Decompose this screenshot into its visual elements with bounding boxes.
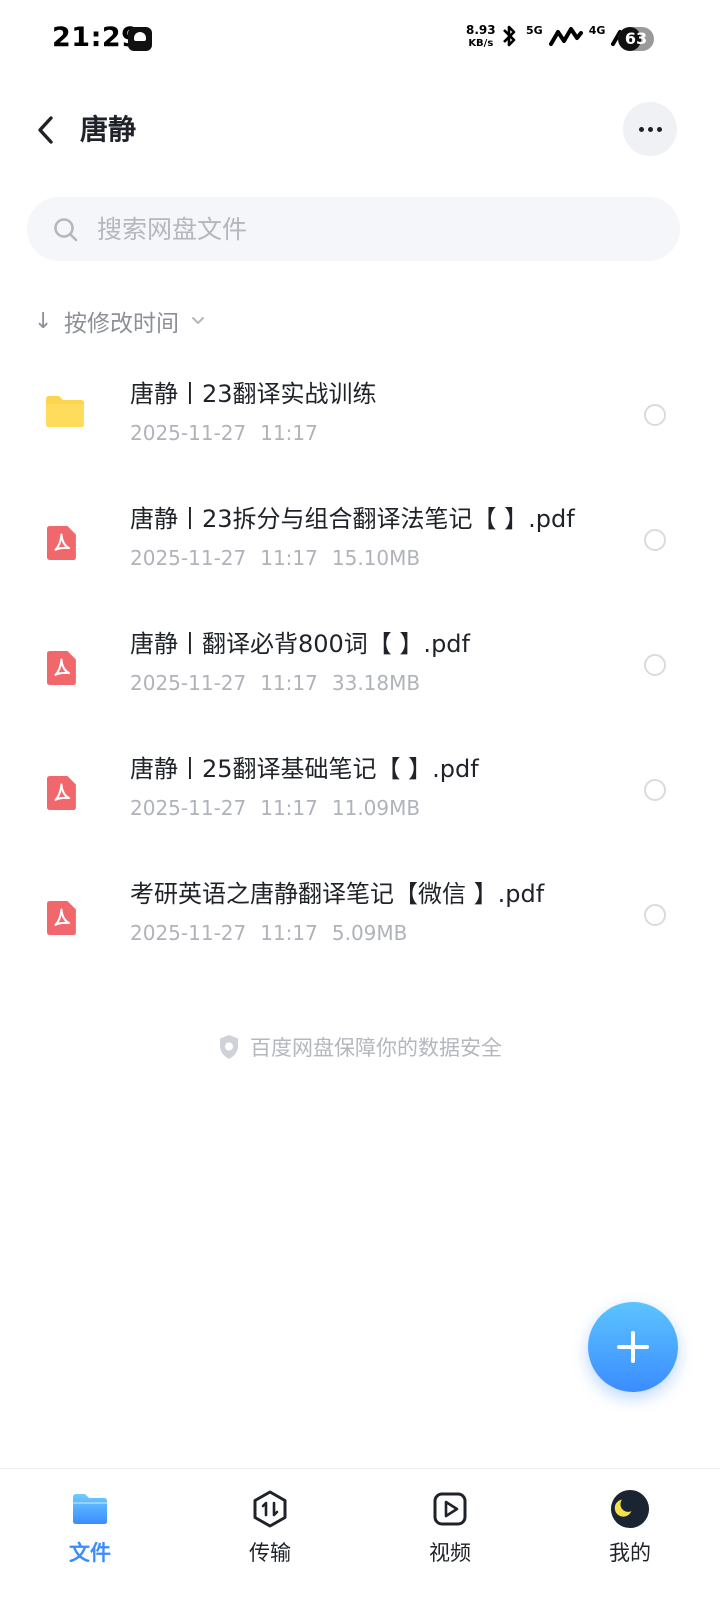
file-name: 唐静丨25翻译基础笔记【 】.pdf [130,755,479,783]
add-button[interactable] [588,1302,678,1392]
nav-label-me: 我的 [609,1541,651,1565]
back-button[interactable] [28,110,64,150]
file-name: 唐静丨23翻译实战训练 [130,380,377,408]
file-date: 2025-11-27 [130,546,247,570]
file-size: 33.18MB [331,671,421,695]
file-meta: 2025-11-27 11:17 33.18MB [130,668,420,698]
sort-label: 按修改时间 [64,311,179,337]
file-row[interactable]: 唐静丨23翻译实战训练 2025-11-27 11:17 [0,356,720,481]
notification-app-icon [128,27,152,51]
file-date: 2025-11-27 [130,796,247,820]
file-time: 11:17 [260,671,318,695]
file-time: 11:17 [260,421,318,445]
network-speed-unit: KB/s [468,38,494,49]
select-radio[interactable] [644,529,666,551]
file-time: 11:17 [260,546,318,570]
nav-label-video: 视频 [429,1541,471,1565]
shield-icon [220,1035,238,1059]
status-bar: 21:29 8.93 KB/s 5G 4G 63 [0,0,720,80]
file-date: 2025-11-27 [130,671,247,695]
pdf-icon [47,776,76,810]
network-speed-value: 8.93 [466,23,496,37]
file-row[interactable]: 考研英语之唐静翻译笔记【微信 】.pdf 2025-11-27 11:17 5.09… [0,856,720,981]
bluetooth-icon [503,25,516,47]
nav-item-files[interactable]: 文件 [0,1469,180,1600]
file-name: 考研英语之唐静翻译笔记【微信 】.pdf [130,880,545,908]
file-size: 5.09MB [331,921,408,945]
file-time: 11:17 [260,796,318,820]
pdf-icon [47,526,76,560]
file-date: 2025-11-27 [130,921,247,945]
select-radio[interactable] [644,904,666,926]
chevron-down-icon [192,317,204,324]
file-name: 唐静丨翻译必背800词【 】.pdf [130,630,470,658]
more-dot [638,126,644,132]
nav-label-transfer: 传输 [249,1541,291,1565]
transfer-icon [250,1489,290,1529]
more-dot [647,126,653,132]
page-title: 唐静 [80,113,137,146]
file-row[interactable]: 唐静丨翻译必背800词【 】.pdf 2025-11-27 11:17 33.18M… [0,606,720,731]
pdf-icon [47,901,76,935]
file-row[interactable]: 唐静丨25翻译基础笔记【 】.pdf 2025-11-27 11:17 11.09M… [0,731,720,856]
file-date: 2025-11-27 [130,421,247,445]
chevron-left-icon [38,116,53,144]
nav-item-video[interactable]: 视频 [360,1469,540,1600]
search-input[interactable] [97,209,657,249]
security-text: 百度网盘保障你的数据安全 [250,1036,502,1060]
select-radio[interactable] [644,779,666,801]
battery-level: 63 [624,29,648,48]
file-name: 唐静丨23拆分与组合翻译法笔记【 】.pdf [130,505,575,533]
file-meta: 2025-11-27 11:17 11.09MB [130,793,420,823]
sort-arrow-down-icon: ↓ [34,308,53,334]
nav-item-transfer[interactable]: 传输 [180,1469,360,1600]
nav-label-files: 文件 [69,1541,111,1565]
more-dot [656,126,662,132]
file-row[interactable]: 唐静丨23拆分与组合翻译法笔记【 】.pdf 2025-11-27 11:17 15… [0,481,720,606]
signal-2-label: 4G [588,24,606,37]
bottom-nav: 文件 传输 视频 我的 [0,1468,720,1600]
signal-1-icon [548,27,583,46]
pdf-icon [47,651,76,685]
network-speed: 8.93 KB/s [466,24,496,50]
file-size: 11.09MB [331,796,421,820]
search-bar[interactable] [27,197,680,261]
security-note: 百度网盘保障你的数据安全 [0,1032,720,1062]
avatar-icon [610,1489,650,1529]
signal-1-label: 5G [526,24,543,37]
battery-indicator: 63 [618,27,654,51]
plus-icon [617,1331,649,1363]
file-time: 11:17 [260,921,318,945]
file-list: 唐静丨23翻译实战训练 2025-11-27 11:17 唐静丨23拆分与组合翻译… [0,356,720,981]
file-size: 15.10MB [331,546,421,570]
search-icon [54,218,78,242]
file-meta: 2025-11-27 11:17 [130,418,318,448]
nav-item-me[interactable]: 我的 [540,1469,720,1600]
video-icon [430,1489,470,1529]
select-radio[interactable] [644,654,666,676]
more-button[interactable] [623,102,677,156]
file-meta: 2025-11-27 11:17 5.09MB [130,918,407,948]
file-meta: 2025-11-27 11:17 15.10MB [130,543,420,573]
folder-nav-icon [70,1489,110,1529]
sort-selector[interactable]: ↓ 按修改时间 [34,304,205,338]
folder-icon [46,396,84,427]
select-radio[interactable] [644,404,666,426]
